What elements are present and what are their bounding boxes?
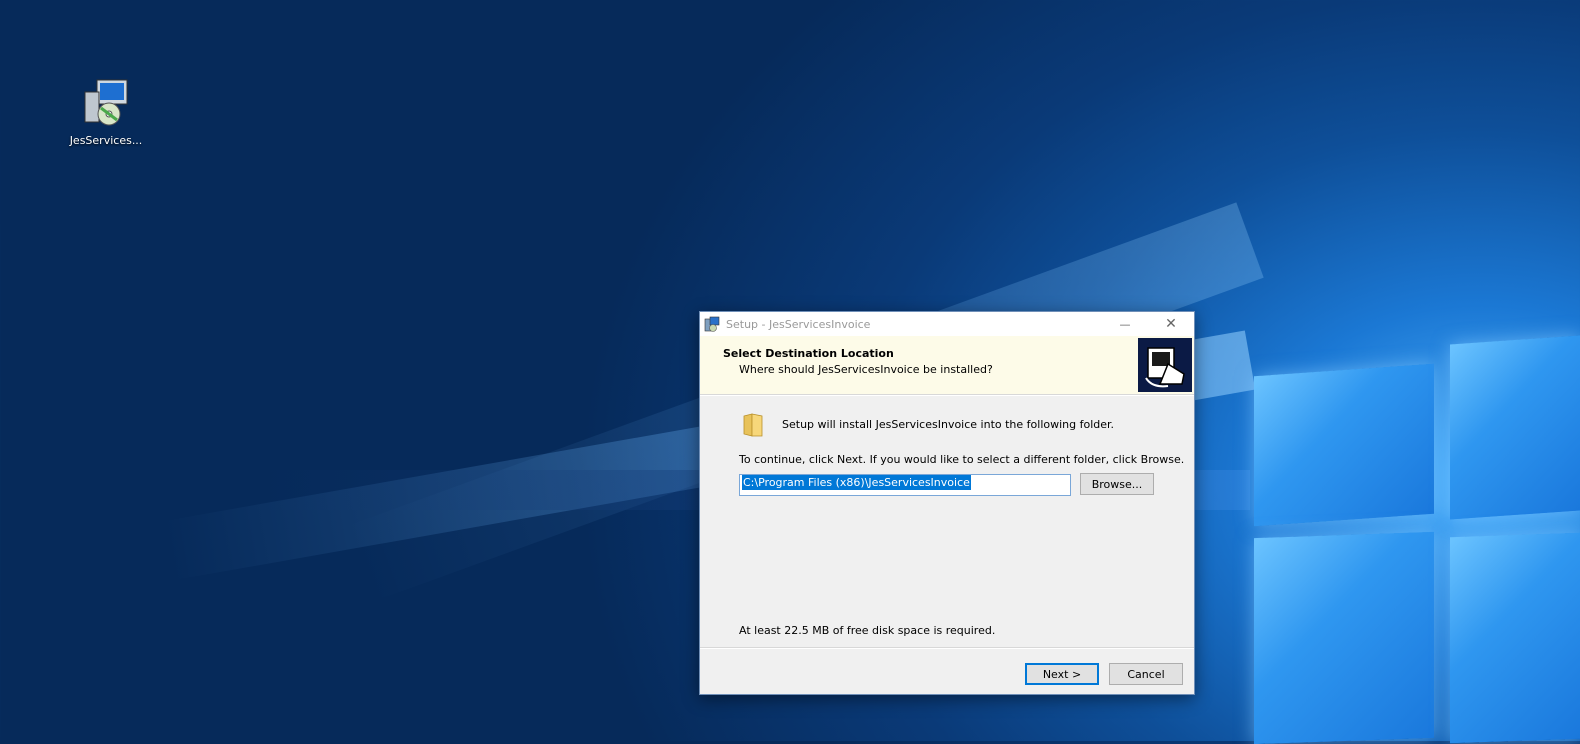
folder-icon <box>743 413 763 437</box>
page-subtitle: Where should JesServicesInvoice be insta… <box>739 363 993 376</box>
continue-instructions: To continue, click Next. If you would li… <box>739 453 1185 466</box>
window-title: Setup - JesServicesInvoice <box>726 317 871 331</box>
close-button[interactable]: ✕ <box>1148 312 1194 336</box>
title-bar[interactable]: Setup - JesServicesInvoice — ✕ <box>700 312 1194 336</box>
page-title: Select Destination Location <box>723 347 894 360</box>
wizard-header: Select Destination Location Where should… <box>700 336 1194 395</box>
installer-icon <box>81 78 131 128</box>
disk-space-text: At least 22.5 MB of free disk space is r… <box>739 624 996 637</box>
desktop-icon-label: JesServices... <box>69 134 143 147</box>
minimize-icon: — <box>1119 317 1131 331</box>
close-icon: ✕ <box>1165 316 1177 332</box>
setup-dialog: Setup - JesServicesInvoice — ✕ Select De… <box>699 311 1195 695</box>
setup-app-icon <box>704 316 720 332</box>
wizard-computer-icon <box>1138 338 1192 392</box>
wizard-footer: Next > Cancel <box>700 647 1194 694</box>
minimize-button[interactable]: — <box>1102 312 1148 336</box>
wizard-body: Setup will install JesServicesInvoice in… <box>700 396 1194 646</box>
destination-path-value: C:\Program Files (x86)\JesServicesInvoic… <box>742 475 971 490</box>
cancel-button[interactable]: Cancel <box>1109 663 1183 685</box>
browse-button[interactable]: Browse... <box>1080 473 1154 495</box>
install-folder-text: Setup will install JesServicesInvoice in… <box>782 418 1115 431</box>
destination-path-input[interactable]: C:\Program Files (x86)\JesServicesInvoic… <box>739 474 1071 496</box>
desktop-installer-shortcut[interactable]: JesServices... <box>66 78 146 147</box>
windows-logo-wallpaper <box>1250 330 1580 744</box>
next-button[interactable]: Next > <box>1025 663 1099 685</box>
